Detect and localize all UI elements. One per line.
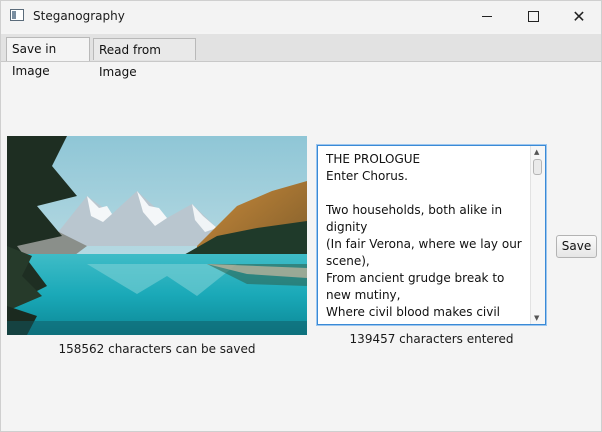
message-text[interactable]: THE PROLOGUE Enter Chorus. Two household…: [326, 151, 526, 323]
minimize-button[interactable]: [464, 1, 510, 32]
maximize-icon: [527, 11, 539, 22]
app-icon: [10, 9, 24, 21]
maximize-button[interactable]: [510, 1, 556, 32]
save-button[interactable]: Save: [556, 235, 597, 258]
close-icon: ✕: [572, 6, 586, 26]
image-preview: [7, 136, 307, 335]
entered-count-caption: 139457 characters entered: [349, 332, 514, 346]
close-button[interactable]: ✕: [556, 1, 602, 32]
scroll-up-icon[interactable]: ▲: [534, 148, 539, 156]
scroll-down-icon[interactable]: ▼: [534, 314, 539, 322]
minimize-icon: [482, 16, 492, 17]
app-window: Steganography ✕ Save in Image Read from …: [0, 0, 602, 432]
title-bar: Steganography ✕: [1, 1, 601, 32]
capacity-caption: 158562 characters can be saved: [58, 342, 256, 356]
window-title: Steganography: [33, 9, 125, 23]
scroll-thumb[interactable]: [533, 159, 542, 175]
tab-bar: Save in Image Read from Image: [1, 34, 601, 79]
textarea-scrollbar[interactable]: ▲ ▼: [530, 146, 545, 324]
tab-read-from-image[interactable]: Read from Image: [93, 38, 196, 79]
landscape-image: [7, 136, 307, 335]
tab-save-in-image[interactable]: Save in Image: [6, 37, 90, 78]
message-textarea[interactable]: THE PROLOGUE Enter Chorus. Two household…: [317, 145, 546, 325]
